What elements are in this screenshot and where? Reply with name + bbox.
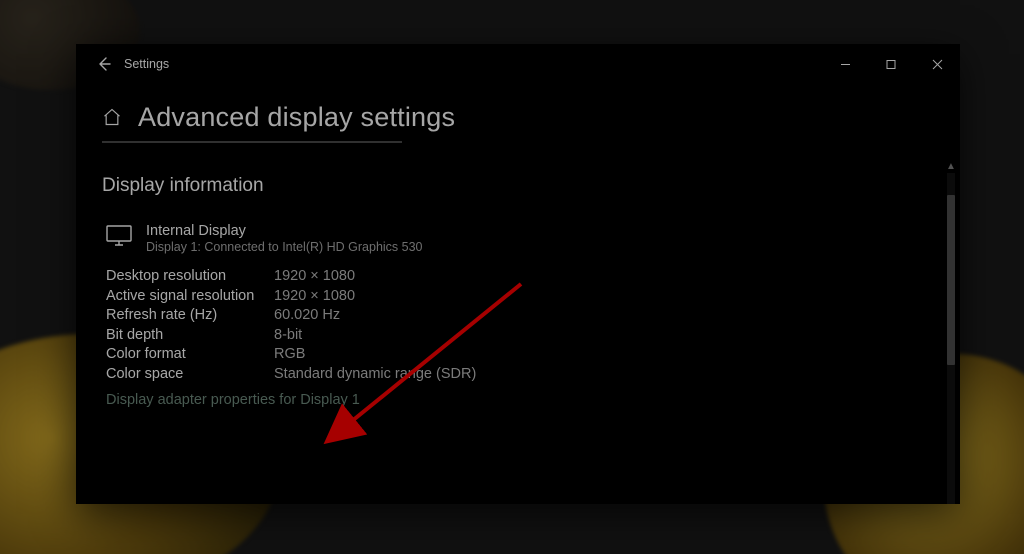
page-heading-row: Advanced display settings <box>76 84 960 133</box>
minimize-button[interactable] <box>822 44 868 84</box>
spec-color-space: Color space Standard dynamic range (SDR) <box>106 366 928 382</box>
back-button[interactable] <box>84 44 124 84</box>
section-title: Display information <box>102 175 928 197</box>
spec-label: Bit depth <box>106 327 274 343</box>
spec-value: 8-bit <box>274 327 302 343</box>
spec-value: Standard dynamic range (SDR) <box>274 366 476 382</box>
spec-label: Color format <box>106 346 274 362</box>
display-subtitle: Display 1: Connected to Intel(R) HD Grap… <box>146 240 423 254</box>
scrollbar-track[interactable] <box>947 173 955 504</box>
spec-value: RGB <box>274 346 305 362</box>
display-block: Internal Display Display 1: Connected to… <box>106 223 928 254</box>
page-title: Advanced display settings <box>138 102 455 133</box>
scrollbar[interactable]: ▲ ▼ <box>944 159 958 504</box>
spec-desktop-resolution: Desktop resolution 1920 × 1080 <box>106 268 928 284</box>
scroll-up-arrow-icon[interactable]: ▲ <box>944 159 958 173</box>
desktop-background: Settings Advanced display settings <box>0 0 1024 554</box>
spec-value: 1920 × 1080 <box>274 288 355 304</box>
app-name: Settings <box>124 57 169 71</box>
spec-value: 60.020 Hz <box>274 307 340 323</box>
home-icon[interactable] <box>102 107 122 127</box>
close-button[interactable] <box>914 44 960 84</box>
display-adapter-properties-link[interactable]: Display adapter properties for Display 1 <box>106 392 928 408</box>
spec-color-format: Color format RGB <box>106 346 928 362</box>
spec-label: Desktop resolution <box>106 268 274 284</box>
spec-label: Color space <box>106 366 274 382</box>
display-name: Internal Display <box>146 223 423 239</box>
maximize-button[interactable] <box>868 44 914 84</box>
settings-window: Settings Advanced display settings <box>76 44 960 504</box>
window-controls <box>822 44 960 84</box>
scrollbar-thumb[interactable] <box>947 195 955 365</box>
monitor-icon <box>106 225 132 247</box>
spec-label: Refresh rate (Hz) <box>106 307 274 323</box>
content-scroll-area: Display information Internal Display Dis… <box>76 159 960 504</box>
spec-label: Active signal resolution <box>106 288 274 304</box>
spec-active-signal-resolution: Active signal resolution 1920 × 1080 <box>106 288 928 304</box>
spec-refresh-rate: Refresh rate (Hz) 60.020 Hz <box>106 307 928 323</box>
back-arrow-icon <box>96 56 112 72</box>
heading-underline <box>102 141 402 143</box>
spec-bit-depth: Bit depth 8-bit <box>106 327 928 343</box>
annotation-arrow-icon <box>76 44 960 504</box>
titlebar: Settings <box>76 44 960 84</box>
spec-value: 1920 × 1080 <box>274 268 355 284</box>
